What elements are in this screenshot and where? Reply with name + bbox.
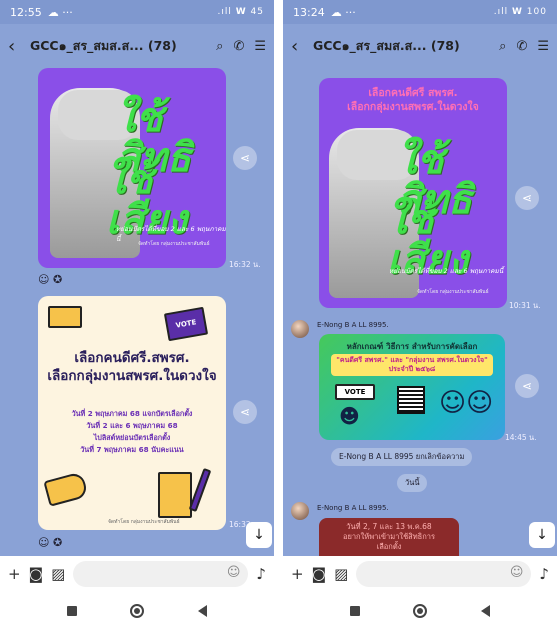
system-nav-bar bbox=[283, 592, 557, 630]
share-icon[interactable]: ⋖ bbox=[515, 186, 539, 210]
message-input[interactable]: ☺ bbox=[73, 561, 249, 587]
vote-date-2: วันที่ 2 และ 6 พฤษภาคม 68 bbox=[86, 421, 178, 430]
phone-right: 13:24 ☁ ··· .ıll 𝗪 100 ‹ GCC๑_สร_สมส.ส..… bbox=[283, 0, 557, 630]
plus-icon[interactable]: + bbox=[8, 565, 21, 583]
chat-header: ‹ GCC๑_สร_สมส.ส... (78) ⌕ ✆ ☰ bbox=[0, 24, 274, 68]
image-message-criteria[interactable]: หลักเกณฑ์ วิธีการ สำหรับการคัดเลือก "คนด… bbox=[319, 334, 505, 440]
status-time: 12:55 bbox=[10, 5, 42, 19]
system-message: E-Nong B A LL 8995 ยกเลิกข้อความ bbox=[331, 448, 473, 466]
sender-name: E-Nong B A LL 8995. bbox=[317, 504, 389, 512]
recent-apps-icon[interactable] bbox=[349, 606, 360, 616]
home-icon[interactable] bbox=[413, 604, 428, 618]
message-input[interactable]: ☺ bbox=[356, 561, 532, 587]
image-icon[interactable]: ▨ bbox=[51, 565, 65, 583]
image-message-poster[interactable]: ใช้สิทธิ ใช้เสียง หย่อนบัตรได้ที่ขอบ 2 แ… bbox=[38, 68, 226, 268]
people-illustration: ☺☺ bbox=[439, 388, 494, 418]
red-line-1: วันที่ 2, 7 และ 13 พ.ค.68 bbox=[346, 522, 432, 531]
message-composer: + ◙ ▨ ☺ ♪ bbox=[283, 556, 557, 592]
hamburger-icon[interactable]: ☰ bbox=[537, 39, 549, 54]
status-indicators: .ıll 𝗪 100 bbox=[493, 7, 547, 17]
poster-title-1: เลือกคนดีศรี สพรศ. bbox=[368, 87, 458, 99]
poster-credit: จัดทำโดย กลุ่มงานประชาสัมพันธ์ bbox=[138, 241, 210, 247]
vote-badge: VOTE bbox=[335, 384, 375, 400]
chat-header: ‹ GCC๑_สร_สมส.ส... (78) ⌕ ✆ ☰ bbox=[283, 24, 557, 68]
back-icon[interactable] bbox=[198, 605, 208, 617]
home-icon[interactable] bbox=[130, 604, 145, 618]
search-icon[interactable]: ⌕ bbox=[499, 39, 506, 54]
camera-icon[interactable]: ◙ bbox=[312, 565, 327, 583]
vote-date-4: วันที่ 7 พฤษภาคม 68 นับคะแนน bbox=[80, 445, 184, 454]
share-icon[interactable]: ⋖ bbox=[233, 146, 257, 170]
vote-badge: VOTE bbox=[163, 306, 209, 342]
share-icon[interactable]: ⋖ bbox=[515, 374, 539, 398]
qr-code bbox=[397, 386, 425, 414]
message-time: 10:31 น. bbox=[509, 301, 541, 310]
vote-date-3: ไปลิสต์หย่อนบัตรเลือกตั้ง bbox=[93, 433, 171, 442]
camera-icon[interactable]: ◙ bbox=[29, 565, 44, 583]
message-time: 14:45 น. bbox=[505, 433, 537, 442]
image-icon[interactable]: ▨ bbox=[334, 565, 348, 583]
emoji-icon[interactable]: ☺ bbox=[227, 565, 241, 580]
vote-title-1: เลือกคนดีศรี.สพรศ. bbox=[74, 350, 190, 366]
phone-icon[interactable]: ✆ bbox=[233, 39, 244, 54]
chevron-left-icon[interactable]: ‹ bbox=[8, 36, 26, 57]
notification-icon: ☁ ··· bbox=[330, 5, 356, 19]
arrow-down-icon[interactable]: ↓ bbox=[246, 522, 272, 548]
recent-apps-icon[interactable] bbox=[66, 606, 77, 616]
image-message-red[interactable]: วันที่ 2, 7 และ 13 พ.ค.68 อยากให้พาเข้าม… bbox=[319, 518, 459, 556]
image-message-poster[interactable]: เลือกคนดีศรี สพรศ. เลือกกลุ่มงานสพรศ.ในด… bbox=[319, 78, 507, 308]
chevron-left-icon[interactable]: ‹ bbox=[291, 36, 309, 57]
message-composer: + ◙ ▨ ☺ ♪ bbox=[0, 556, 274, 592]
red-line-3: เลือกตั้ง bbox=[376, 542, 402, 551]
vote-credit: จัดทำโดย กลุ่มงานประชาสัมพันธ์ bbox=[108, 519, 180, 525]
vote-title-2: เลือกกลุ่มงานสพรศ.ในดวงใจ bbox=[47, 368, 217, 384]
system-nav-bar bbox=[0, 592, 274, 630]
poster-credit: จัดทำโดย กลุ่มงานประชาสัมพันธ์ bbox=[417, 289, 489, 295]
ballot-paper-illustration bbox=[158, 472, 192, 518]
mic-icon[interactable]: ♪ bbox=[539, 565, 549, 583]
search-icon[interactable]: ⌕ bbox=[216, 39, 223, 54]
arrow-down-icon[interactable]: ↓ bbox=[529, 522, 555, 548]
criteria-highlight-2: ประจำปี ๒๕๖๘ bbox=[388, 364, 436, 373]
emoji-icon[interactable]: ☺ bbox=[510, 565, 524, 580]
hamburger-icon[interactable]: ☰ bbox=[254, 39, 266, 54]
criteria-highlight: "คนดีศรี สพรศ." และ "กลุ่มงาน สพรศ.ในดวง… bbox=[331, 354, 493, 376]
share-icon[interactable]: ⋖ bbox=[233, 400, 257, 424]
status-bar: 12:55 ☁ ··· .ıll 𝗪 45 bbox=[0, 0, 274, 24]
sender-name: E-Nong B A LL 8995. bbox=[317, 321, 389, 329]
status-indicators: .ıll 𝗪 45 bbox=[217, 7, 264, 17]
reaction-icon[interactable]: ☺ ✪ bbox=[38, 536, 62, 549]
red-line-2: อยากให้พาเข้ามาใช้สิทธิการ bbox=[342, 532, 436, 541]
chat-area[interactable]: ใช้สิทธิ ใช้เสียง หย่อนบัตรได้ที่ขอบ 2 แ… bbox=[0, 68, 274, 556]
date-separator: วันนี้ bbox=[397, 474, 428, 492]
plus-icon[interactable]: + bbox=[291, 565, 304, 583]
avatar[interactable] bbox=[291, 320, 309, 338]
megaphone-illustration bbox=[43, 471, 89, 507]
criteria-highlight-1: "คนดีศรี สพรศ." และ "กลุ่มงาน สพรศ.ในดวง… bbox=[336, 356, 488, 364]
person-icon: ☻ bbox=[339, 404, 360, 428]
reaction-icon[interactable]: ☺ ✪ bbox=[38, 273, 62, 286]
chat-title[interactable]: GCC๑_สร_สมส.ส... (78) bbox=[30, 36, 177, 56]
phone-left: 12:55 ☁ ··· .ıll 𝗪 45 ‹ GCC๑_สร_สมส.ส...… bbox=[0, 0, 274, 630]
pen-illustration bbox=[188, 467, 212, 513]
message-time: 16:32 น. bbox=[229, 260, 261, 269]
chat-title[interactable]: GCC๑_สร_สมส.ส... (78) bbox=[313, 36, 460, 56]
screenshot-pair: 12:55 ☁ ··· .ıll 𝗪 45 ‹ GCC๑_สร_สมส.ส...… bbox=[0, 0, 557, 630]
avatar[interactable] bbox=[291, 502, 309, 520]
status-bar: 13:24 ☁ ··· .ıll 𝗪 100 bbox=[283, 0, 557, 24]
phone-icon[interactable]: ✆ bbox=[516, 39, 527, 54]
ballot-box-illustration bbox=[48, 306, 82, 328]
image-message-vote[interactable]: VOTE เลือกคนดีศรี.สพรศ. เลือกกลุ่มงานสพร… bbox=[38, 296, 226, 530]
criteria-title: หลักเกณฑ์ วิธีการ สำหรับการคัดเลือก bbox=[346, 342, 478, 351]
back-icon[interactable] bbox=[481, 605, 491, 617]
poster-title-2: เลือกกลุ่มงานสพรศ.ในดวงใจ bbox=[347, 101, 479, 113]
divider bbox=[274, 0, 283, 630]
mic-icon[interactable]: ♪ bbox=[256, 565, 266, 583]
vote-date-1: วันที่ 2 พฤษภาคม 68 แจกบัตรเลือกตั้ง bbox=[71, 409, 193, 418]
status-time: 13:24 bbox=[293, 5, 325, 19]
poster-caption: หย่อนบัตรได้ที่ขอบ 2 และ 6 พฤษภาคมนี้ bbox=[389, 267, 504, 275]
notification-icon: ☁ ··· bbox=[47, 5, 73, 19]
chat-area[interactable]: เลือกคนดีศรี สพรศ. เลือกกลุ่มงานสพรศ.ในด… bbox=[283, 68, 557, 556]
